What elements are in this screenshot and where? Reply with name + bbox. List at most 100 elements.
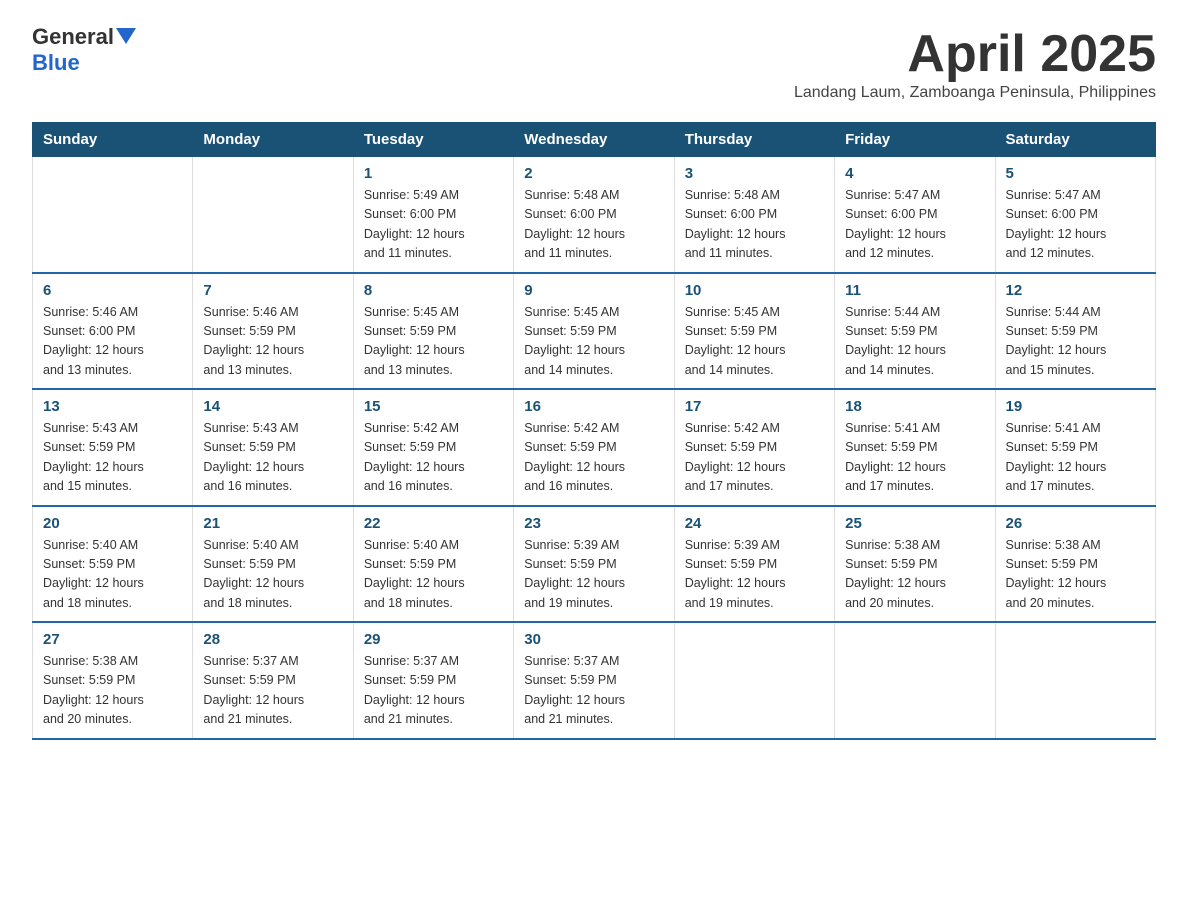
- day-number: 13: [43, 398, 182, 415]
- calendar-cell: 6 Sunrise: 5:46 AMSunset: 6:00 PMDaylight…: [33, 273, 193, 390]
- day-number: 8: [364, 282, 503, 299]
- calendar-cell: 2Sunrise: 5:48 AMSunset: 6:00 PMDaylight…: [514, 157, 674, 273]
- day-info: Sunrise: 5:44 AMSunset: 5:59 PMDaylight:…: [1006, 303, 1145, 381]
- day-info: Sunrise: 5:42 AMSunset: 5:59 PMDaylight:…: [364, 419, 503, 497]
- weekday-header-thursday: Thursday: [674, 123, 834, 157]
- logo-text-block: General Blue: [32, 24, 136, 76]
- calendar-cell: 21Sunrise: 5:40 AMSunset: 5:59 PMDayligh…: [193, 506, 353, 623]
- calendar-cell: 4Sunrise: 5:47 AMSunset: 6:00 PMDaylight…: [835, 157, 995, 273]
- day-number: 9: [524, 282, 663, 299]
- calendar-cell: 29 Sunrise: 5:37 AMSunset: 5:59 PMDayligh…: [353, 622, 513, 739]
- calendar-week-row: 13 Sunrise: 5:43 AMSunset: 5:59 PMDayligh…: [33, 389, 1156, 506]
- day-info: Sunrise: 5:39 AMSunset: 5:59 PMDaylight:…: [524, 536, 663, 614]
- calendar-cell: 8Sunrise: 5:45 AMSunset: 5:59 PMDaylight…: [353, 273, 513, 390]
- day-info: Sunrise: 5:46 AMSunset: 6:00 PMDaylight:…: [43, 303, 182, 381]
- calendar-cell: 28Sunrise: 5:37 AMSunset: 5:59 PMDayligh…: [193, 622, 353, 739]
- day-number: 11: [845, 282, 984, 299]
- calendar-cell: 12 Sunrise: 5:44 AMSunset: 5:59 PMDayligh…: [995, 273, 1155, 390]
- title-block: April 2025 Landang Laum, Zamboanga Penin…: [794, 24, 1156, 118]
- day-info: Sunrise: 5:44 AMSunset: 5:59 PMDaylight:…: [845, 303, 984, 381]
- day-number: 16: [524, 398, 663, 415]
- calendar-cell: 23 Sunrise: 5:39 AMSunset: 5:59 PMDayligh…: [514, 506, 674, 623]
- calendar-cell: [835, 622, 995, 739]
- day-number: 3: [685, 165, 824, 182]
- calendar-cell: 5 Sunrise: 5:47 AMSunset: 6:00 PMDaylight…: [995, 157, 1155, 273]
- month-title: April 2025: [794, 24, 1156, 84]
- weekday-header-wednesday: Wednesday: [514, 123, 674, 157]
- day-info: Sunrise: 5:38 AMSunset: 5:59 PMDaylight:…: [845, 536, 984, 614]
- calendar-cell: [995, 622, 1155, 739]
- day-number: 30: [524, 631, 663, 648]
- day-number: 23: [524, 515, 663, 532]
- weekday-header-saturday: Saturday: [995, 123, 1155, 157]
- day-number: 24: [685, 515, 824, 532]
- weekday-header-sunday: Sunday: [33, 123, 193, 157]
- day-number: 1: [364, 165, 503, 182]
- day-info: Sunrise: 5:39 AMSunset: 5:59 PMDaylight:…: [685, 536, 824, 614]
- day-number: 6: [43, 282, 182, 299]
- day-number: 18: [845, 398, 984, 415]
- logo-general: General: [32, 24, 114, 49]
- logo: General Blue: [32, 24, 136, 76]
- day-info: Sunrise: 5:42 AMSunset: 5:59 PMDaylight:…: [524, 419, 663, 497]
- calendar-cell: 30Sunrise: 5:37 AMSunset: 5:59 PMDayligh…: [514, 622, 674, 739]
- weekday-header-tuesday: Tuesday: [353, 123, 513, 157]
- day-number: 5: [1006, 165, 1145, 182]
- calendar-table: SundayMondayTuesdayWednesdayThursdayFrid…: [32, 122, 1156, 740]
- subtitle: Landang Laum, Zamboanga Peninsula, Phili…: [794, 84, 1156, 102]
- calendar-cell: 9 Sunrise: 5:45 AMSunset: 5:59 PMDaylight…: [514, 273, 674, 390]
- day-info: Sunrise: 5:43 AMSunset: 5:59 PMDaylight:…: [203, 419, 342, 497]
- day-info: Sunrise: 5:47 AMSunset: 6:00 PMDaylight:…: [1006, 186, 1145, 264]
- calendar-cell: 11 Sunrise: 5:44 AMSunset: 5:59 PMDayligh…: [835, 273, 995, 390]
- day-info: Sunrise: 5:40 AMSunset: 5:59 PMDaylight:…: [43, 536, 182, 614]
- day-info: Sunrise: 5:48 AMSunset: 6:00 PMDaylight:…: [685, 186, 824, 264]
- day-info: Sunrise: 5:40 AMSunset: 5:59 PMDaylight:…: [364, 536, 503, 614]
- day-number: 27: [43, 631, 182, 648]
- day-info: Sunrise: 5:47 AMSunset: 6:00 PMDaylight:…: [845, 186, 984, 264]
- day-number: 15: [364, 398, 503, 415]
- calendar-cell: [33, 157, 193, 273]
- day-info: Sunrise: 5:45 AMSunset: 5:59 PMDaylight:…: [685, 303, 824, 381]
- day-number: 20: [43, 515, 182, 532]
- weekday-header-row: SundayMondayTuesdayWednesdayThursdayFrid…: [33, 123, 1156, 157]
- day-info: Sunrise: 5:45 AMSunset: 5:59 PMDaylight:…: [524, 303, 663, 381]
- calendar-week-row: 1 Sunrise: 5:49 AMSunset: 6:00 PMDaylight…: [33, 157, 1156, 273]
- day-number: 2: [524, 165, 663, 182]
- weekday-header-friday: Friday: [835, 123, 995, 157]
- calendar-cell: [193, 157, 353, 273]
- calendar-cell: 1 Sunrise: 5:49 AMSunset: 6:00 PMDaylight…: [353, 157, 513, 273]
- day-info: Sunrise: 5:42 AMSunset: 5:59 PMDaylight:…: [685, 419, 824, 497]
- calendar-cell: 14Sunrise: 5:43 AMSunset: 5:59 PMDayligh…: [193, 389, 353, 506]
- day-info: Sunrise: 5:41 AMSunset: 5:59 PMDaylight:…: [1006, 419, 1145, 497]
- calendar-cell: 3 Sunrise: 5:48 AMSunset: 6:00 PMDaylight…: [674, 157, 834, 273]
- calendar-cell: 25 Sunrise: 5:38 AMSunset: 5:59 PMDayligh…: [835, 506, 995, 623]
- day-number: 21: [203, 515, 342, 532]
- calendar-cell: 22 Sunrise: 5:40 AMSunset: 5:59 PMDayligh…: [353, 506, 513, 623]
- calendar-cell: 26 Sunrise: 5:38 AMSunset: 5:59 PMDayligh…: [995, 506, 1155, 623]
- day-number: 29: [364, 631, 503, 648]
- day-number: 7: [203, 282, 342, 299]
- calendar-cell: 27Sunrise: 5:38 AMSunset: 5:59 PMDayligh…: [33, 622, 193, 739]
- day-info: Sunrise: 5:37 AMSunset: 5:59 PMDaylight:…: [203, 652, 342, 730]
- day-info: Sunrise: 5:38 AMSunset: 5:59 PMDaylight:…: [1006, 536, 1145, 614]
- day-number: 25: [845, 515, 984, 532]
- day-number: 12: [1006, 282, 1145, 299]
- day-number: 22: [364, 515, 503, 532]
- calendar-cell: 17Sunrise: 5:42 AMSunset: 5:59 PMDayligh…: [674, 389, 834, 506]
- day-info: Sunrise: 5:37 AMSunset: 5:59 PMDaylight:…: [364, 652, 503, 730]
- logo-blue: Blue: [32, 50, 80, 75]
- day-info: Sunrise: 5:41 AMSunset: 5:59 PMDaylight:…: [845, 419, 984, 497]
- weekday-header-monday: Monday: [193, 123, 353, 157]
- calendar-cell: 15 Sunrise: 5:42 AMSunset: 5:59 PMDayligh…: [353, 389, 513, 506]
- calendar-cell: 7Sunrise: 5:46 AMSunset: 5:59 PMDaylight…: [193, 273, 353, 390]
- day-info: Sunrise: 5:49 AMSunset: 6:00 PMDaylight:…: [364, 186, 503, 264]
- calendar-week-row: 20 Sunrise: 5:40 AMSunset: 5:59 PMDayligh…: [33, 506, 1156, 623]
- day-number: 26: [1006, 515, 1145, 532]
- calendar-cell: 10 Sunrise: 5:45 AMSunset: 5:59 PMDayligh…: [674, 273, 834, 390]
- calendar-week-row: 6 Sunrise: 5:46 AMSunset: 6:00 PMDaylight…: [33, 273, 1156, 390]
- day-number: 10: [685, 282, 824, 299]
- calendar-cell: 18 Sunrise: 5:41 AMSunset: 5:59 PMDayligh…: [835, 389, 995, 506]
- logo-triangle-icon: [116, 28, 136, 44]
- day-number: 19: [1006, 398, 1145, 415]
- calendar-week-row: 27Sunrise: 5:38 AMSunset: 5:59 PMDayligh…: [33, 622, 1156, 739]
